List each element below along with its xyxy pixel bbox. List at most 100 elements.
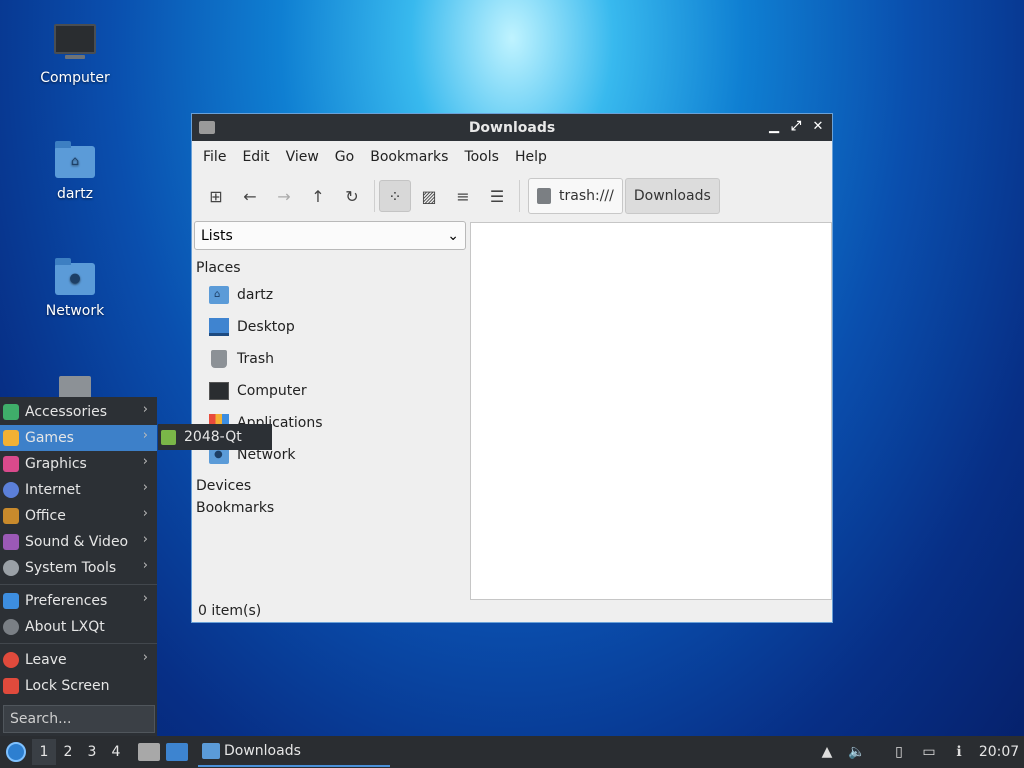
clock[interactable]: 20:07: [974, 744, 1024, 760]
chevron-right-icon: ›: [142, 532, 148, 547]
menu-category-preferences[interactable]: Preferences ›: [0, 588, 157, 614]
chevron-down-icon: ⌄: [447, 227, 459, 244]
close-button[interactable]: ✕: [810, 118, 826, 136]
folder-icon: [202, 743, 220, 759]
desktop-icon-label: Network: [45, 303, 105, 319]
desktop-switch-3[interactable]: 3: [80, 744, 104, 760]
up-icon[interactable]: ↑: [302, 180, 334, 212]
back-icon[interactable]: ←: [234, 180, 266, 212]
trash-icon: [211, 350, 227, 368]
internet-icon: [3, 482, 19, 498]
menu-edit[interactable]: Edit: [234, 149, 277, 165]
menu-item-lock-screen[interactable]: Lock Screen: [0, 673, 157, 699]
compact-view-icon[interactable]: ≡: [447, 180, 479, 212]
taskbar: 1 2 3 4 Downloads ▲ 🔈 ▯ ▭ ℹ 20:07: [0, 736, 1024, 768]
devices-heading[interactable]: Devices: [193, 478, 467, 494]
desktop-icon-computer[interactable]: Computer: [30, 24, 120, 86]
menu-item-leave[interactable]: Leave ›: [0, 647, 157, 673]
chevron-right-icon: ›: [142, 558, 148, 573]
new-tab-icon[interactable]: ⊞: [200, 180, 232, 212]
system-tray: ▲ 🔈 ▯ ▭ ℹ 20:07: [812, 736, 1024, 768]
place-item-home[interactable]: ⌂ dartz: [193, 279, 467, 311]
system-tools-icon: [3, 560, 19, 576]
menu-bookmarks[interactable]: Bookmarks: [362, 149, 456, 165]
desktop-icon: [209, 318, 229, 336]
menu-category-office[interactable]: Office ›: [0, 503, 157, 529]
path-bar: trash:/// Downloads: [528, 178, 720, 214]
menu-category-accessories[interactable]: Accessories ›: [0, 399, 157, 425]
places-heading[interactable]: Places: [193, 260, 467, 276]
start-button[interactable]: [0, 736, 32, 768]
taskbar-task-downloads[interactable]: Downloads: [198, 737, 390, 767]
start-menu: Accessories › Games › Graphics › Interne…: [0, 397, 157, 736]
place-item-computer[interactable]: Computer: [193, 375, 467, 407]
office-icon: [3, 508, 19, 524]
maximize-button[interactable]: ⤢: [788, 118, 804, 136]
file-manager-window: Downloads ▁ ⤢ ✕ File Edit View Go Bookma…: [191, 113, 833, 623]
preferences-icon: [3, 593, 19, 609]
graphics-icon: [3, 456, 19, 472]
forward-icon[interactable]: →: [268, 180, 300, 212]
menu-category-internet[interactable]: Internet ›: [0, 477, 157, 503]
power-icon: [3, 652, 19, 668]
games-submenu-item-2048[interactable]: 2048-Qt: [158, 424, 272, 450]
desktop-icon-home[interactable]: ⌂ dartz: [30, 140, 120, 202]
place-item-trash[interactable]: Trash: [193, 343, 467, 375]
clipboard-icon[interactable]: ▯: [890, 743, 908, 761]
info-icon: [3, 619, 19, 635]
folder-icon: [199, 121, 215, 134]
menu-category-graphics[interactable]: Graphics ›: [0, 451, 157, 477]
update-notifier-icon[interactable]: ℹ: [950, 743, 968, 761]
menu-item-about[interactable]: About LXQt: [0, 614, 157, 640]
accessories-icon: [3, 404, 19, 420]
menu-help[interactable]: Help: [507, 149, 555, 165]
volume-icon[interactable]: 🔈: [848, 743, 866, 761]
trash-icon: [537, 188, 551, 204]
menu-file[interactable]: File: [195, 149, 234, 165]
desktop-switch-2[interactable]: 2: [56, 744, 80, 760]
chevron-right-icon: ›: [142, 506, 148, 521]
sound-video-icon: [3, 534, 19, 550]
games-icon: [3, 430, 19, 446]
menu-tools[interactable]: Tools: [456, 149, 507, 165]
menu-category-sound-video[interactable]: Sound & Video ›: [0, 529, 157, 555]
path-button-downloads[interactable]: Downloads: [624, 178, 720, 214]
computer-icon: [53, 24, 97, 64]
side-pane-mode-select[interactable]: Lists ⌄: [194, 221, 466, 250]
detailed-list-icon[interactable]: ☰: [481, 180, 513, 212]
place-item-desktop[interactable]: Desktop: [193, 311, 467, 343]
menu-category-games[interactable]: Games ›: [0, 425, 157, 451]
network-folder-icon: ●: [53, 257, 97, 297]
path-button-trash[interactable]: trash:///: [528, 178, 623, 214]
file-manager-launcher-icon[interactable]: [138, 743, 160, 761]
desktop-icon-network[interactable]: ● Network: [30, 257, 120, 319]
icon-view-icon[interactable]: ⁘: [379, 180, 411, 212]
network-icon[interactable]: ▭: [920, 743, 938, 761]
menu-view[interactable]: View: [278, 149, 327, 165]
thumbnail-view-icon[interactable]: ▨: [413, 180, 445, 212]
menu-go[interactable]: Go: [327, 149, 362, 165]
chevron-right-icon: ›: [142, 591, 148, 606]
menu-search-input[interactable]: Search...: [3, 705, 155, 733]
chevron-right-icon: ›: [142, 650, 148, 665]
menu-bar: File Edit View Go Bookmarks Tools Help: [192, 141, 832, 173]
desktop-switch-4[interactable]: 4: [104, 744, 128, 760]
game-2048-icon: [161, 429, 176, 445]
side-pane: Lists ⌄ Places ⌂ dartz Desktop Trash Com…: [193, 221, 467, 601]
lock-icon: [3, 678, 19, 694]
menu-category-system-tools[interactable]: System Tools ›: [0, 555, 157, 581]
reload-icon[interactable]: ↻: [336, 180, 368, 212]
bookmarks-heading[interactable]: Bookmarks: [193, 500, 467, 516]
lxqt-logo-icon: [6, 742, 26, 762]
window-title: Downloads: [468, 119, 556, 136]
status-bar: 0 item(s): [198, 603, 262, 619]
desktop-switch-1[interactable]: 1: [32, 739, 56, 765]
chevron-right-icon: ›: [142, 402, 148, 417]
show-desktop-icon[interactable]: [166, 743, 188, 761]
tray-arrow-icon[interactable]: ▲: [818, 743, 836, 761]
file-view-area[interactable]: [470, 222, 832, 600]
chevron-right-icon: ›: [142, 454, 148, 469]
title-bar[interactable]: Downloads ▁ ⤢ ✕: [192, 114, 832, 141]
desktop-icon-label: dartz: [56, 186, 94, 202]
minimize-button[interactable]: ▁: [766, 118, 782, 136]
